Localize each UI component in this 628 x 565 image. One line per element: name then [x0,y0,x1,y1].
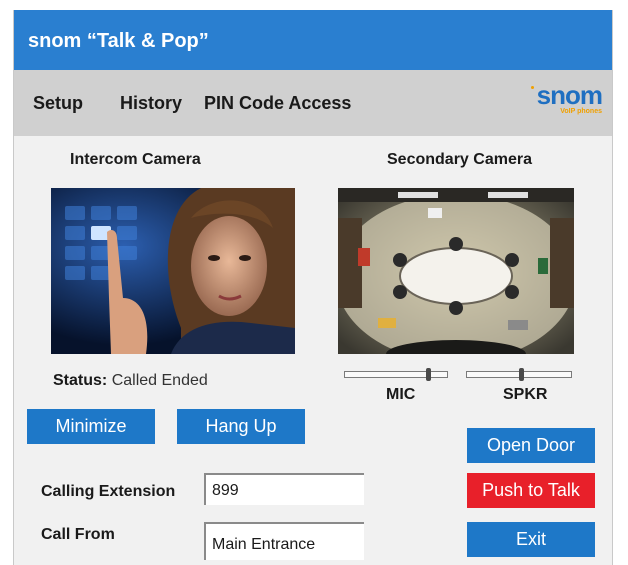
status-label: Status: [53,372,108,389]
minimize-button[interactable]: Minimize [27,409,155,444]
intercom-camera-feed [51,188,295,354]
menu-item-pin-code-access[interactable]: PIN Code Access [204,93,351,114]
calling-extension-field[interactable]: 899 [204,473,364,505]
calling-extension-label: Calling Extension [41,483,176,500]
menu-item-history[interactable]: History [120,93,182,114]
secondary-camera-feed [338,188,574,354]
intercom-camera-label: Intercom Camera [70,151,201,168]
title-bar: snom “Talk & Pop” [14,10,612,70]
speaker-slider-handle[interactable] [519,368,524,381]
window-title: snom “Talk & Pop” [28,30,209,52]
call-from-label: Call From [41,526,115,543]
snom-logo: snom VoIP phones [530,80,603,116]
speaker-volume-slider[interactable] [466,368,572,381]
menu-bar: Setup History PIN Code Access snom VoIP … [14,70,612,136]
call-status: Status: Called Ended [53,372,208,390]
logo-dot-icon [530,86,534,89]
speaker-label: SPKR [503,386,548,403]
secondary-camera-label: Secondary Camera [387,151,532,168]
mic-label: MIC [386,386,416,403]
intercom-camera-image [51,188,295,354]
hang-up-button[interactable]: Hang Up [177,409,305,444]
call-from-field[interactable]: Main Entrance [204,522,364,560]
open-door-button[interactable]: Open Door [467,428,595,463]
mic-slider-handle[interactable] [426,368,431,381]
menu-item-setup[interactable]: Setup [33,93,83,114]
logo-brand: snom [536,80,603,110]
secondary-camera-image [338,188,574,354]
mic-volume-slider[interactable] [344,368,448,381]
status-value: Called Ended [111,372,208,389]
push-to-talk-button[interactable]: Push to Talk [467,473,595,508]
exit-button[interactable]: Exit [467,522,595,557]
app-window: snom “Talk & Pop” Setup History PIN Code… [13,10,613,565]
